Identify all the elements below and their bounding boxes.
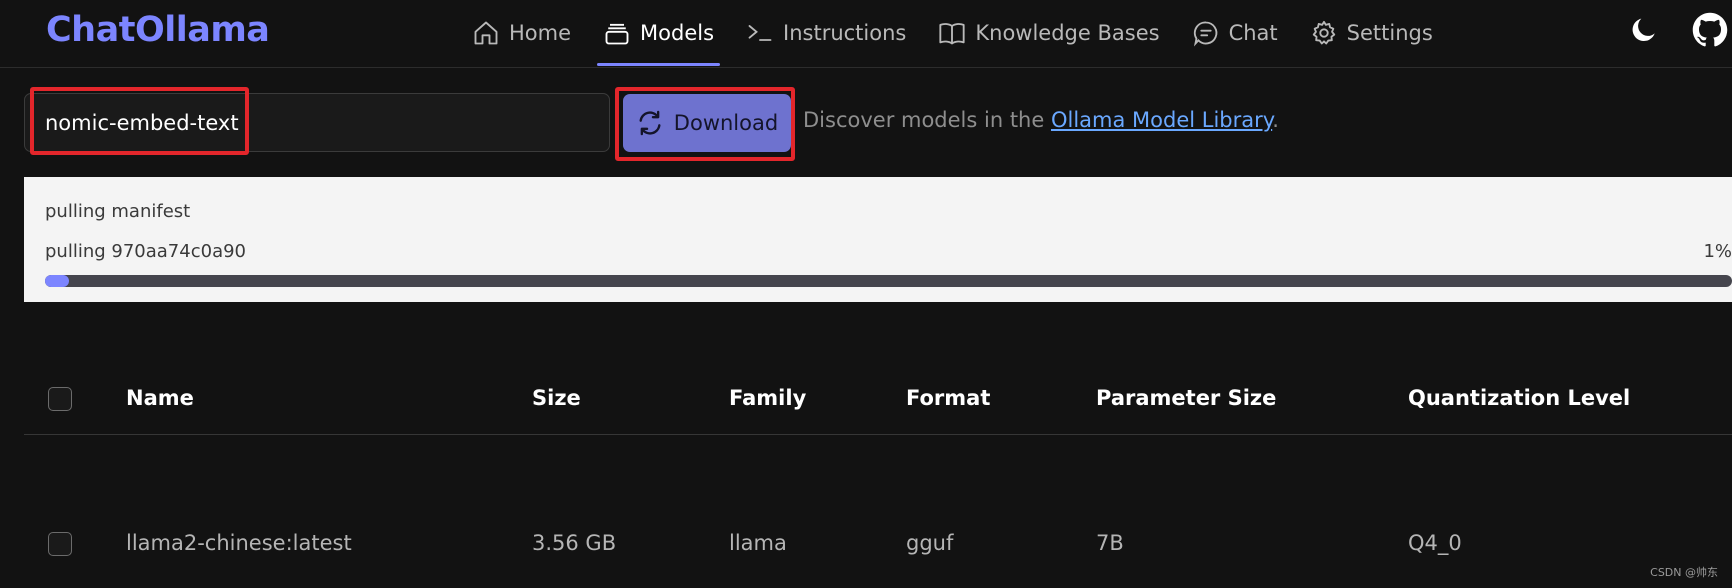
nav-instructions-label: Instructions <box>783 21 907 45</box>
header-size[interactable]: Size <box>532 386 581 410</box>
status-line-manifest: pulling manifest <box>45 201 191 222</box>
top-header: ChatOllama Home Models Instructions Know… <box>0 0 1732 68</box>
header-name[interactable]: Name <box>126 386 194 410</box>
nav-instructions[interactable]: Instructions <box>740 0 912 66</box>
progress-bar <box>45 275 1732 287</box>
status-line-layer: pulling 970aa74c0a90 <box>45 241 246 262</box>
nav-settings-label: Settings <box>1346 21 1433 45</box>
table-header-row: Name Size Family Format Parameter Size Q… <box>24 366 1732 435</box>
download-progress-panel: pulling manifest pulling 970aa74c0a90 1% <box>24 177 1732 302</box>
terminal-icon <box>748 25 772 41</box>
gear-icon <box>1312 20 1335 45</box>
nav-models[interactable]: Models <box>597 0 721 66</box>
model-name-input[interactable] <box>24 93 610 152</box>
main-nav: Home Models Instructions Knowledge Bases… <box>466 0 1459 68</box>
models-table: Name Size Family Format Parameter Size Q… <box>24 366 1732 556</box>
models-icon <box>605 23 629 45</box>
nav-models-label: Models <box>640 21 715 45</box>
cell-format: gguf <box>906 531 954 555</box>
home-icon <box>474 21 498 45</box>
nav-home-label: Home <box>509 21 572 45</box>
github-icon[interactable] <box>1692 12 1728 48</box>
cell-parameter-size: 7B <box>1096 531 1124 555</box>
nav-settings[interactable]: Settings <box>1304 0 1439 66</box>
nav-knowledge-bases-label: Knowledge Bases <box>975 21 1160 45</box>
discover-suffix: . <box>1272 108 1279 132</box>
nav-chat-label: Chat <box>1228 21 1278 45</box>
book-icon <box>939 23 965 45</box>
row-checkbox[interactable] <box>48 532 72 556</box>
discover-prefix: Discover models in the <box>803 108 1051 132</box>
cell-family: llama <box>729 531 787 555</box>
discover-hint: Discover models in the Ollama Model Libr… <box>803 108 1279 132</box>
cell-name: llama2-chinese:latest <box>126 531 352 555</box>
app-logo[interactable]: ChatOllama <box>46 10 270 50</box>
nav-knowledge-bases[interactable]: Knowledge Bases <box>932 0 1165 66</box>
select-all-checkbox[interactable] <box>48 387 72 411</box>
moon-icon[interactable] <box>1628 14 1660 46</box>
watermark: CSDN @帅东 <box>1650 566 1718 579</box>
download-button-label: Download <box>673 111 779 135</box>
header-family[interactable]: Family <box>729 386 806 410</box>
nav-chat[interactable]: Chat <box>1186 0 1284 66</box>
ollama-library-link[interactable]: Ollama Model Library <box>1051 108 1272 132</box>
download-button[interactable]: Download <box>623 94 791 152</box>
nav-home[interactable]: Home <box>466 0 577 66</box>
header-parameter-size[interactable]: Parameter Size <box>1096 386 1276 410</box>
cell-size: 3.56 GB <box>532 531 617 555</box>
chat-icon <box>1193 21 1217 47</box>
header-format[interactable]: Format <box>906 386 990 410</box>
header-quantization-level[interactable]: Quantization Level <box>1408 386 1630 410</box>
cell-quantization-level: Q4_0 <box>1408 531 1462 555</box>
progress-bar-fill <box>45 275 69 287</box>
progress-percent: 1% <box>1703 241 1732 262</box>
refresh-icon <box>639 110 661 136</box>
